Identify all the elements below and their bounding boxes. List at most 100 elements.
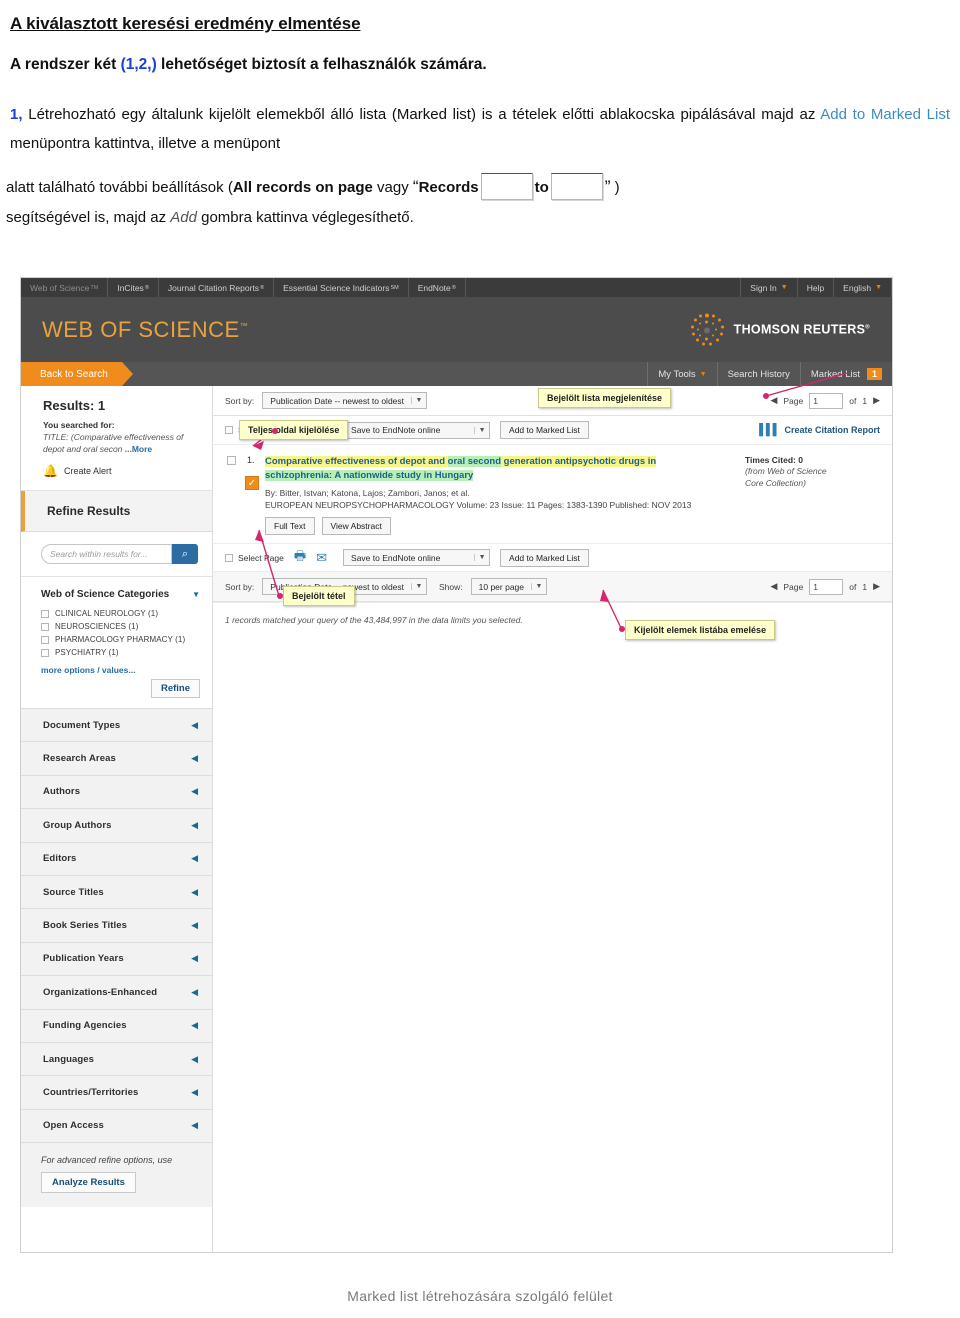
back-to-search-button[interactable]: Back to Search [21,362,133,386]
marked-list-link[interactable]: Marked List 1 [799,362,892,386]
marked-list-count-badge: 1 [866,368,882,380]
page-number-input[interactable]: 1 [809,392,844,409]
create-citation-report-link[interactable]: ▌▌▌ Create Citation Report [759,424,880,436]
add-to-marked-list-link[interactable]: Add to Marked List [820,106,950,123]
facet-label: Book Series Titles [43,920,127,932]
facet-group-authors[interactable]: Group Authors ◀ [21,809,212,843]
checkbox-icon[interactable] [225,553,233,562]
facet-organizations-enhanced[interactable]: Organizations-Enhanced ◀ [21,976,212,1010]
chevron-down-icon: ▼ [411,583,426,590]
chevron-left-icon: ◀ [191,986,198,997]
search-history-link[interactable]: Search History [716,362,800,386]
facet-document-types[interactable]: Document Types ◀ [21,709,212,743]
print-icon[interactable]: 🖶 [294,547,306,569]
next-page-icon[interactable]: ▶ [873,581,880,592]
checkbox-icon[interactable] [41,622,49,631]
facet-funding-agencies[interactable]: Funding Agencies ◀ [21,1009,212,1043]
facet-label: Editors [43,853,77,865]
p2-text-a: alatt található további beállítások ( [6,179,233,196]
checkbox-icon[interactable] [41,635,49,644]
category-label: PSYCHIATRY (1) [55,648,119,657]
more-options-values-link[interactable]: more options / values... [41,665,200,675]
tooltip-anchor-dot [619,626,625,632]
nav-item-endnote[interactable]: EndNote ® [409,278,466,297]
facet-languages[interactable]: Languages ◀ [21,1042,212,1077]
nav-item-incites[interactable]: InCites ® [108,278,159,297]
show-per-page-select[interactable]: 10 per page ▼ [470,578,548,595]
list-item[interactable]: CLINICAL NEUROLOGY (1) [41,609,200,618]
record-checkbox[interactable] [227,456,236,465]
pagination-top: ◀ Page 1 of 1 ▶ [770,392,880,409]
categories-header-row[interactable]: Web of Science Categories ▼ [41,589,200,600]
tooltip-select-whole-page: Teljes oldal kijelölése [239,420,349,440]
marked-checkbox-checked[interactable]: ✓ [245,476,259,490]
p2-text-b: vagy [372,179,413,196]
tooltip-anchor-dot [272,428,278,434]
chevron-left-icon: ◀ [191,1086,198,1097]
view-abstract-button[interactable]: View Abstract [321,517,391,535]
tooltip-label: Teljes oldal kijelölése [248,425,340,435]
nav-item-essential-science-indicators[interactable]: Essential Science Indicators SM [274,278,409,297]
my-tools-menu[interactable]: My Tools ▼ [647,362,716,386]
facet-source-titles[interactable]: Source Titles ◀ [21,875,212,910]
email-icon[interactable]: ✉ [316,550,327,566]
refine-button[interactable]: Refine [150,679,200,698]
save-to-endnote-select-bottom[interactable]: Save to EndNote online ▼ [343,549,491,566]
nav-item-journal-citation-reports[interactable]: Journal Citation Reports ® [159,278,275,297]
facet-countries-territories[interactable]: Countries/Territories ◀ [21,1076,212,1110]
p3-text-b: gombra kattinva véglegesíthető. [196,209,414,226]
add-to-marked-list-button-bottom[interactable]: Add to Marked List [500,548,589,567]
previous-page-icon[interactable]: ◀ [770,581,777,592]
record-title[interactable]: Comparative effectiveness of depot and o… [265,455,735,483]
facet-book-series-titles[interactable]: Book Series Titles ◀ [21,909,212,943]
facet-publication-years[interactable]: Publication Years ◀ [21,942,212,977]
full-text-button[interactable]: Full Text [265,517,315,535]
previous-page-icon[interactable]: ◀ [770,395,777,406]
p1-text-a: Létrehozható egy általunk kijelölt eleme… [22,106,821,123]
sign-in-button[interactable]: Sign In ▼ [741,278,798,297]
facet-open-access[interactable]: Open Access ◀ [21,1109,212,1144]
nav-item-label: Journal Citation Reports [167,282,260,293]
checkbox-icon[interactable] [41,648,49,657]
records-to-input[interactable] [550,173,603,200]
refine-button-row: Refine [41,679,200,698]
intro-text-before: A rendszer két [10,56,121,73]
body-paragraph-1: 1, Létrehozható egy általunk kijelölt el… [10,100,950,158]
search-within-input[interactable]: Search within results for... [41,544,172,564]
analyze-results-button[interactable]: Analyze Results [41,1172,136,1194]
list-item[interactable]: PHARMACOLOGY PHARMACY (1) [41,635,200,644]
nav-item-web-of-science[interactable]: Web of Science TM [21,278,109,297]
servicemark-icon: SM [390,284,399,291]
create-alert-row[interactable]: 🔔 Create Alert [43,464,198,478]
tooltip-label: Kijelölt elemek listába emelése [634,625,767,635]
facet-authors[interactable]: Authors ◀ [21,775,212,810]
citation-source-line2: Core Collection) [745,478,806,488]
facet-research-areas[interactable]: Research Areas ◀ [21,742,212,776]
page-of-label: of [849,395,857,406]
category-label: PHARMACOLOGY PHARMACY (1) [55,635,186,644]
more-link[interactable]: ...More [125,444,152,454]
chevron-left-icon: ◀ [191,1020,198,1031]
language-selector[interactable]: English ▼ [834,278,892,297]
help-link[interactable]: Help [798,278,835,297]
show-per-page-value: 10 per page [478,581,525,592]
select-page-control-bottom[interactable]: Select Page [225,553,284,563]
add-to-marked-list-button-top[interactable]: Add to Marked List [500,421,589,439]
checkbox-icon[interactable] [225,426,233,434]
facet-editors[interactable]: Editors ◀ [21,842,212,876]
times-cited-label: Times Cited: 0 [745,455,803,465]
web-of-science-logo[interactable]: WEB OF SCIENCE™ [42,317,248,343]
records-from-input[interactable] [480,173,533,200]
list-item[interactable]: NEUROSCIENCES (1) [41,622,200,631]
save-to-endnote-select[interactable]: Save to EndNote online ▼ [343,421,491,439]
create-alert-label: Create Alert [63,466,112,476]
checkbox-icon[interactable] [41,609,49,618]
next-page-icon[interactable]: ▶ [873,395,880,406]
searched-for-label: You searched for: [43,420,115,430]
search-icon[interactable]: ⌕ [172,544,198,564]
chevron-down-icon: ▼ [699,370,707,378]
page-number-input[interactable]: 1 [809,578,844,595]
sort-by-select[interactable]: Publication Date -- newest to oldest ▼ [262,392,428,409]
list-item[interactable]: PSYCHIATRY (1) [41,648,200,657]
secondary-nav-bar: Back to Search My Tools ▼ Search History … [21,362,892,386]
